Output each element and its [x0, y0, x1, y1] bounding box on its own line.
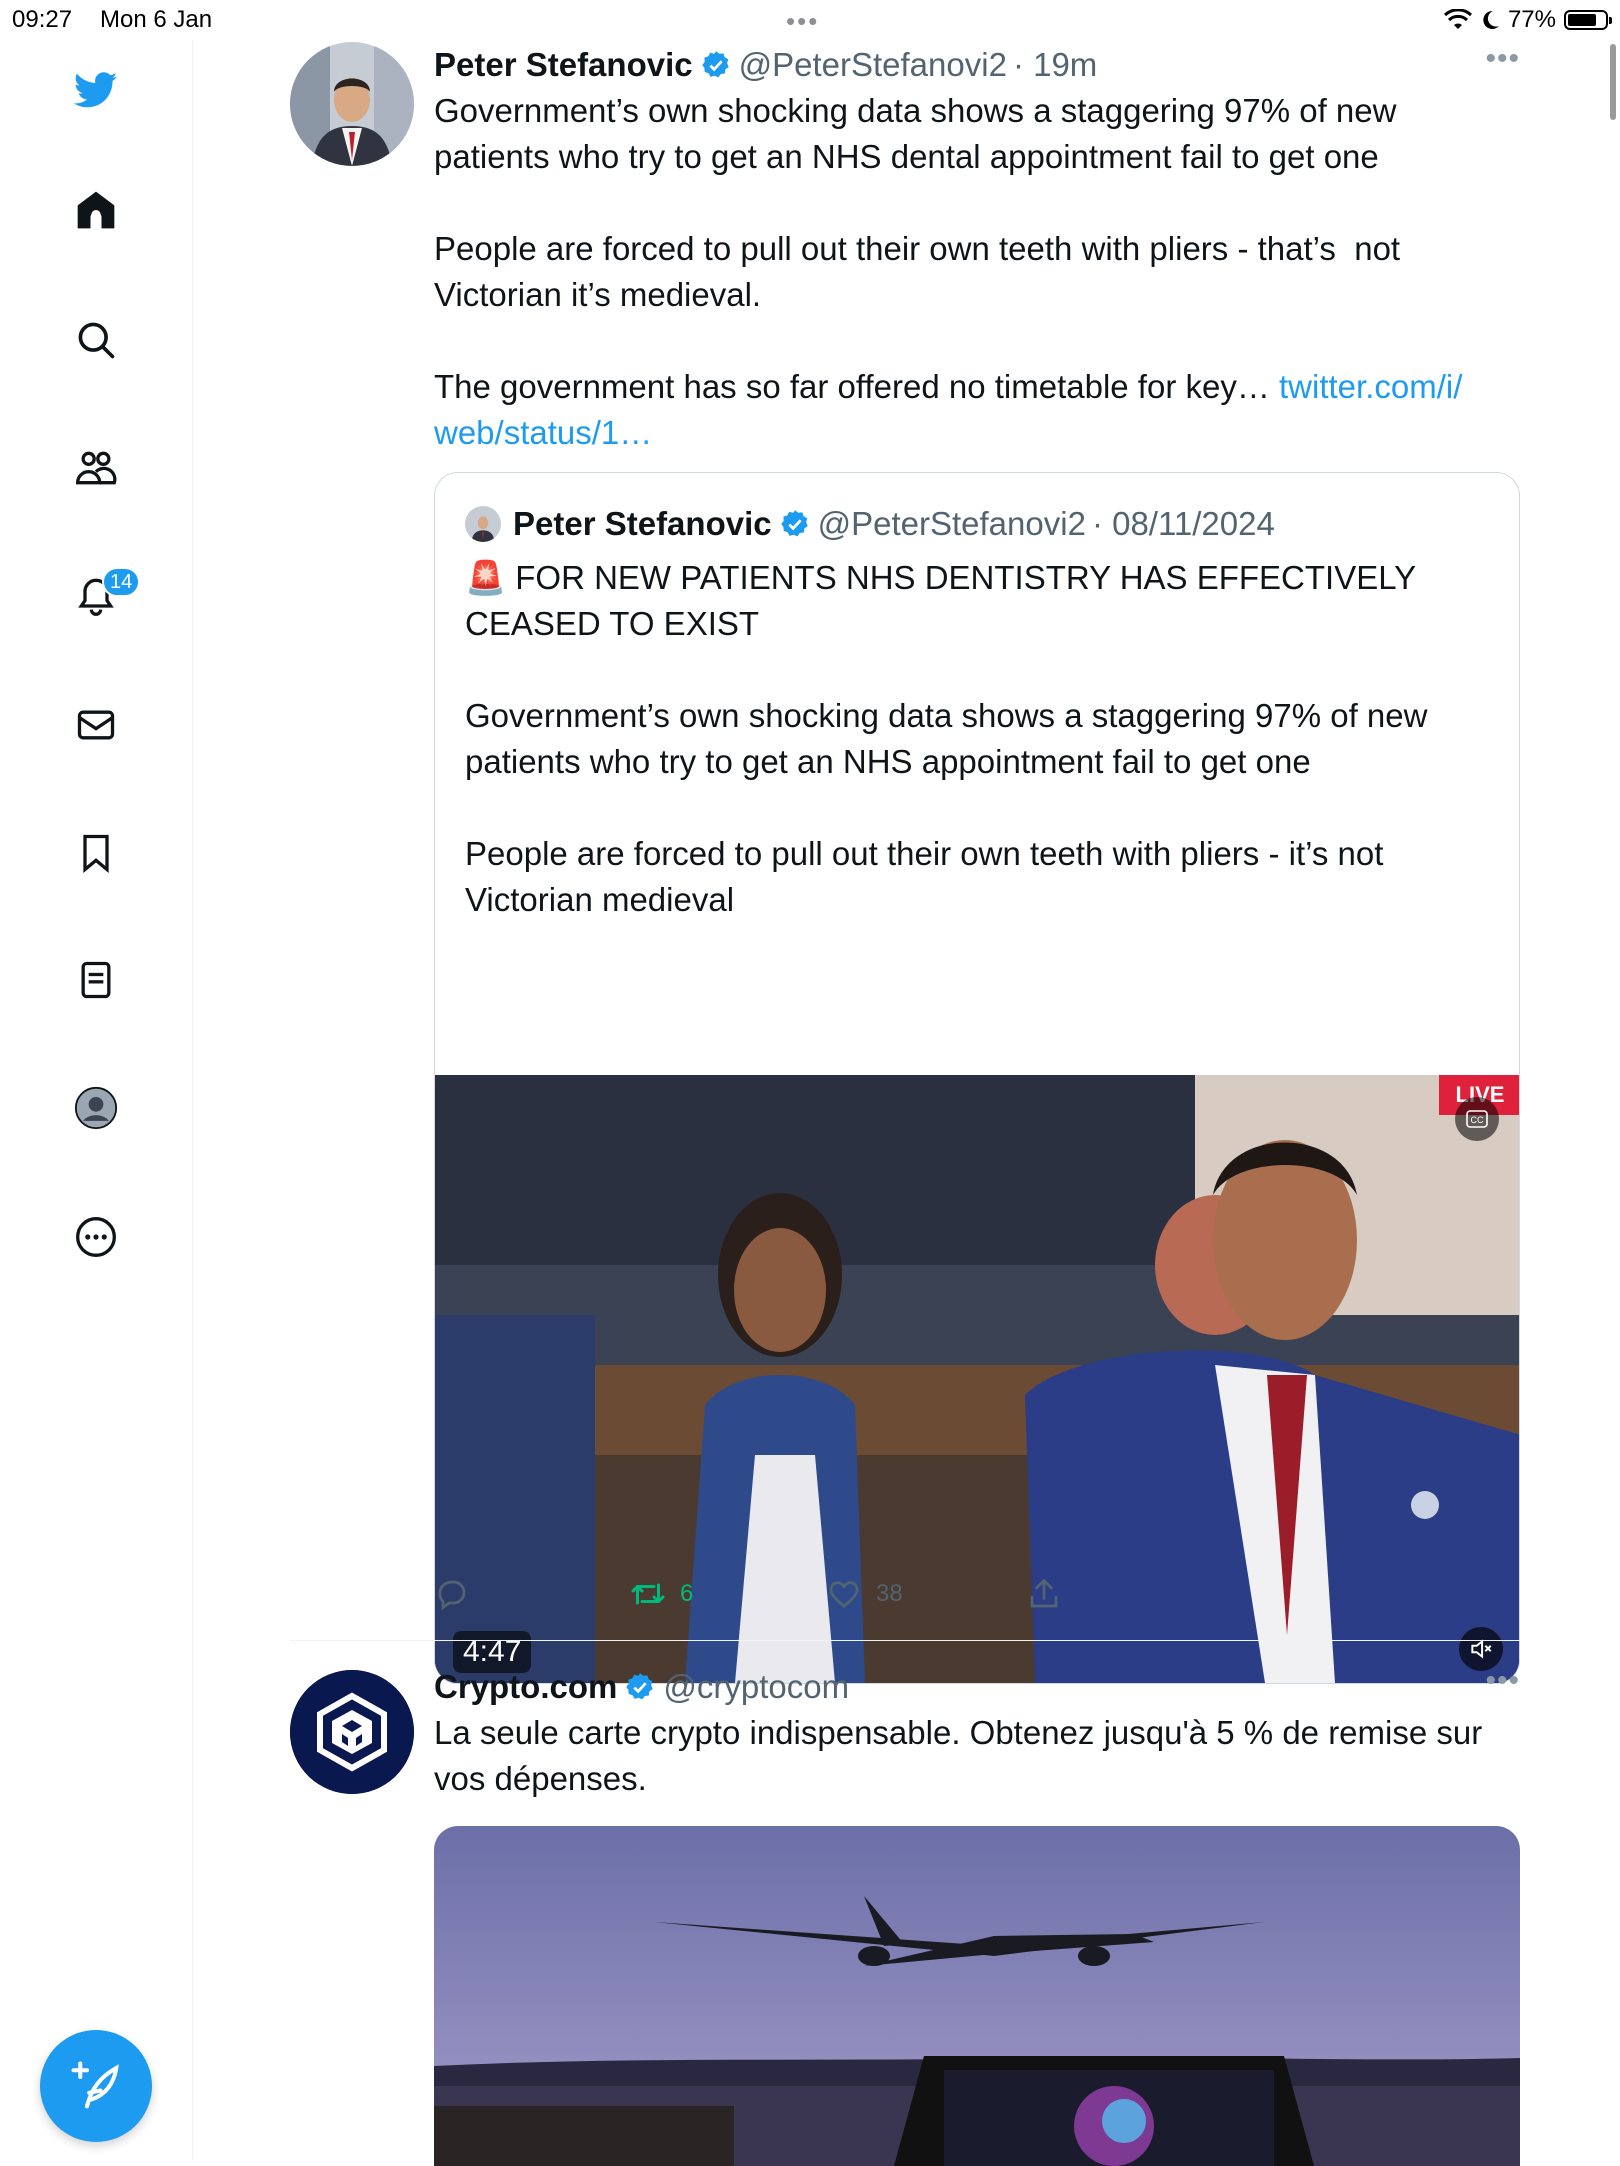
tweet[interactable]: Crypto.com @cryptocom ••• La seule carte… [290, 1664, 1520, 2166]
verified-badge-icon [701, 51, 729, 78]
communities-icon[interactable] [66, 438, 126, 498]
svg-text:CC: CC [1471, 1115, 1484, 1125]
sidebar: 14 [0, 40, 193, 2160]
verified-badge-icon [626, 1673, 654, 1700]
compose-tweet-button[interactable] [40, 2030, 152, 2142]
tweet-link[interactable]: twitter.com/i/ [1279, 368, 1462, 405]
like-count: 38 [876, 1580, 903, 1607]
tweet[interactable]: Peter Stefanovic @PeterStefanovi2 · 19m … [290, 42, 1520, 1684]
captions-icon: CC [1466, 1110, 1488, 1128]
quoted-tweet-date[interactable]: · 08/11/2024 [1092, 505, 1275, 543]
tweet-more-icon[interactable]: ••• [1485, 1664, 1520, 1698]
tweet-divider [290, 1640, 1520, 1641]
heart-icon [829, 1581, 859, 1608]
wifi-icon [1443, 9, 1472, 29]
bookmarks-icon[interactable] [66, 823, 126, 883]
cryptocom-logo-icon [290, 1670, 414, 1794]
quoted-tweet-header: Peter Stefanovic @PeterStefanovi2 · 08/1… [465, 501, 1275, 547]
quoted-tweet-text: 🚨 FOR NEW PATIENTS NHS DENTISTRY HAS EFF… [465, 559, 1428, 918]
battery-percent: 77% [1507, 6, 1556, 33]
share-button[interactable] [1026, 1576, 1062, 1612]
tweet-link-continued[interactable]: web/status/1… [434, 414, 652, 451]
profile-icon[interactable] [66, 1078, 126, 1138]
quoted-author-handle[interactable]: @PeterStefanovi2 [818, 505, 1086, 543]
more-icon[interactable] [66, 1207, 126, 1267]
tweet-more-icon[interactable]: ••• [1485, 42, 1520, 76]
quoted-avatar[interactable] [465, 506, 501, 542]
reply-icon [438, 1580, 466, 1611]
tweet-actions: 6 38 [434, 1576, 1134, 1616]
author-name[interactable]: Crypto.com [434, 1668, 617, 1706]
avatar[interactable] [290, 42, 414, 166]
tweet-text: La seule carte crypto indispensable. Obt… [434, 1714, 1492, 1797]
status-time: 09:27 [12, 6, 73, 33]
status-indicators: 77% [1443, 6, 1612, 34]
tweet-header: Peter Stefanovic @PeterStefanovi2 · 19m [434, 42, 1520, 88]
tweet-time[interactable]: · 19m [1013, 46, 1097, 84]
author-name[interactable]: Peter Stefanovic [434, 46, 693, 84]
reply-button[interactable] [434, 1576, 470, 1612]
verified-badge-icon [780, 510, 808, 537]
author-handle[interactable]: @PeterStefanovi2 [739, 46, 1007, 84]
quoted-author-name[interactable]: Peter Stefanovic [513, 505, 772, 543]
share-icon [1030, 1578, 1058, 1608]
quoted-tweet[interactable]: Peter Stefanovic @PeterStefanovi2 · 08/1… [434, 472, 1520, 1684]
status-bar: 09:27 Mon 6 Jan ••• 77% [0, 0, 1620, 40]
battery-icon [1564, 10, 1612, 30]
tweet-body: Government’s own shocking data shows a s… [434, 92, 1401, 405]
home-icon[interactable] [66, 180, 126, 240]
tweet-header: Crypto.com @cryptocom [434, 1664, 1520, 1710]
search-icon[interactable] [66, 310, 126, 370]
avatar[interactable] [290, 1670, 414, 1794]
notifications-icon[interactable]: 14 [66, 565, 141, 625]
compose-icon [71, 2061, 119, 2109]
moon-icon [1483, 10, 1499, 29]
lists-icon[interactable] [66, 950, 126, 1010]
messages-icon[interactable] [66, 695, 126, 755]
captions-button[interactable]: CC [1455, 1097, 1499, 1141]
scrollbar[interactable] [1610, 44, 1616, 120]
retweet-button[interactable]: 6 [630, 1576, 693, 1612]
retweet-icon [631, 1583, 665, 1605]
ad-media[interactable] [434, 1826, 1520, 2166]
author-handle[interactable]: @cryptocom [663, 1668, 849, 1706]
notification-count-badge: 14 [102, 567, 141, 597]
like-button[interactable]: 38 [826, 1576, 903, 1612]
retweet-count: 6 [680, 1580, 694, 1607]
multitasking-dots-icon[interactable]: ••• [786, 6, 819, 37]
status-date: Mon 6 Jan [100, 6, 213, 33]
ad-image-airplane [434, 1826, 1520, 2166]
tweet-text: Government’s own shocking data shows a s… [434, 88, 1520, 456]
twitter-logo-icon[interactable] [66, 60, 126, 120]
